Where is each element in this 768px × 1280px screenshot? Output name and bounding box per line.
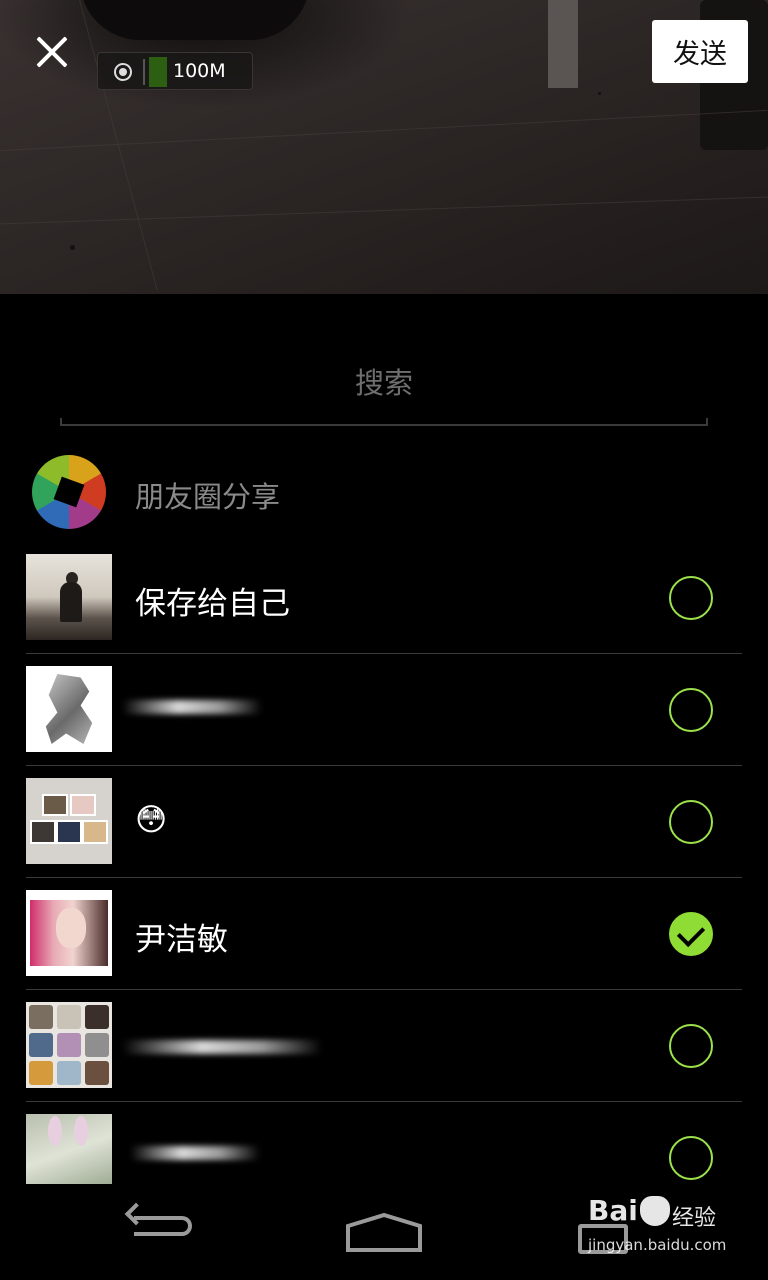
watermark: Bai 经验 jingyan.baidu.com	[588, 1194, 738, 1264]
contact-row[interactable]	[26, 1102, 742, 1184]
search-underline	[60, 418, 708, 426]
avatar	[26, 778, 112, 864]
avatar-cell	[29, 1005, 53, 1029]
back-icon[interactable]	[124, 1202, 198, 1244]
network-icon	[114, 63, 132, 81]
contact-row[interactable]: 😳	[26, 766, 742, 878]
avatar-lion-logo	[45, 674, 93, 744]
size-level-bar	[149, 57, 167, 87]
avatar	[26, 1114, 112, 1184]
select-checkbox-checked[interactable]	[669, 912, 713, 956]
avatar-cell	[29, 1033, 53, 1057]
avatar-tile	[56, 820, 82, 844]
avatar-cell	[57, 1005, 81, 1029]
avatar-figure	[60, 582, 82, 622]
avatar-tile	[70, 794, 96, 816]
send-button[interactable]: 发送	[652, 20, 748, 83]
redaction-mark	[122, 700, 262, 714]
contact-list[interactable]: 保存给自己 😳 尹洁敏	[26, 542, 742, 1184]
search-input[interactable]	[60, 340, 708, 426]
size-indicator: 100M	[97, 52, 253, 90]
avatar-ear	[74, 1116, 88, 1146]
preview-floor-line	[0, 109, 768, 152]
watermark-brand: Bai	[588, 1194, 638, 1227]
avatar	[26, 554, 112, 640]
close-icon[interactable]	[30, 32, 74, 72]
preview-speck	[598, 92, 601, 95]
contact-name: 😳	[135, 802, 168, 838]
avatar	[26, 890, 112, 976]
size-label: 100M	[173, 60, 226, 82]
avatar-cell	[85, 1005, 109, 1029]
avatar-cell	[29, 1061, 53, 1085]
avatar-ear	[48, 1116, 62, 1146]
contact-name: 尹洁敏	[135, 922, 228, 958]
search-box[interactable]	[60, 340, 708, 426]
avatar-tile	[82, 820, 108, 844]
avatar	[26, 666, 112, 752]
moments-share-label: 朋友圈分享	[135, 480, 281, 514]
watermark-url: jingyan.baidu.com	[588, 1236, 727, 1254]
avatar-cell	[57, 1061, 81, 1085]
select-checkbox[interactable]	[669, 576, 713, 620]
preview-speck	[70, 245, 75, 250]
select-checkbox[interactable]	[669, 688, 713, 732]
contact-name: 保存给自己	[135, 586, 290, 622]
avatar-cell	[57, 1033, 81, 1057]
home-icon-shape	[346, 1212, 422, 1252]
avatar-tile	[42, 794, 68, 816]
watermark-brand-cn: 经验	[672, 1206, 717, 1231]
size-divider	[143, 59, 145, 85]
avatar-cell	[85, 1061, 109, 1085]
avatar-cell	[85, 1033, 109, 1057]
contact-row[interactable]	[26, 654, 742, 766]
contact-row[interactable]	[26, 990, 742, 1102]
redaction-mark	[122, 1040, 322, 1054]
avatar-face	[56, 908, 86, 948]
select-checkbox[interactable]	[669, 1136, 713, 1180]
contact-row[interactable]: 保存给自己	[26, 542, 742, 654]
camera-preview: 100M 发送	[0, 0, 768, 294]
avatar	[26, 1002, 112, 1088]
select-checkbox[interactable]	[669, 1024, 713, 1068]
preview-table-leg	[548, 0, 578, 88]
preview-floor-line	[0, 196, 768, 225]
back-icon-arc	[134, 1216, 192, 1236]
avatar-tile	[30, 820, 56, 844]
moments-share-item[interactable]: 朋友圈分享	[26, 448, 742, 538]
redaction-mark	[130, 1146, 260, 1160]
contact-row[interactable]: 尹洁敏	[26, 878, 742, 990]
select-checkbox[interactable]	[669, 800, 713, 844]
paw-icon	[640, 1196, 670, 1226]
preview-dark-object	[80, 0, 310, 40]
aperture-icon	[32, 455, 106, 529]
home-icon[interactable]	[344, 1212, 424, 1254]
